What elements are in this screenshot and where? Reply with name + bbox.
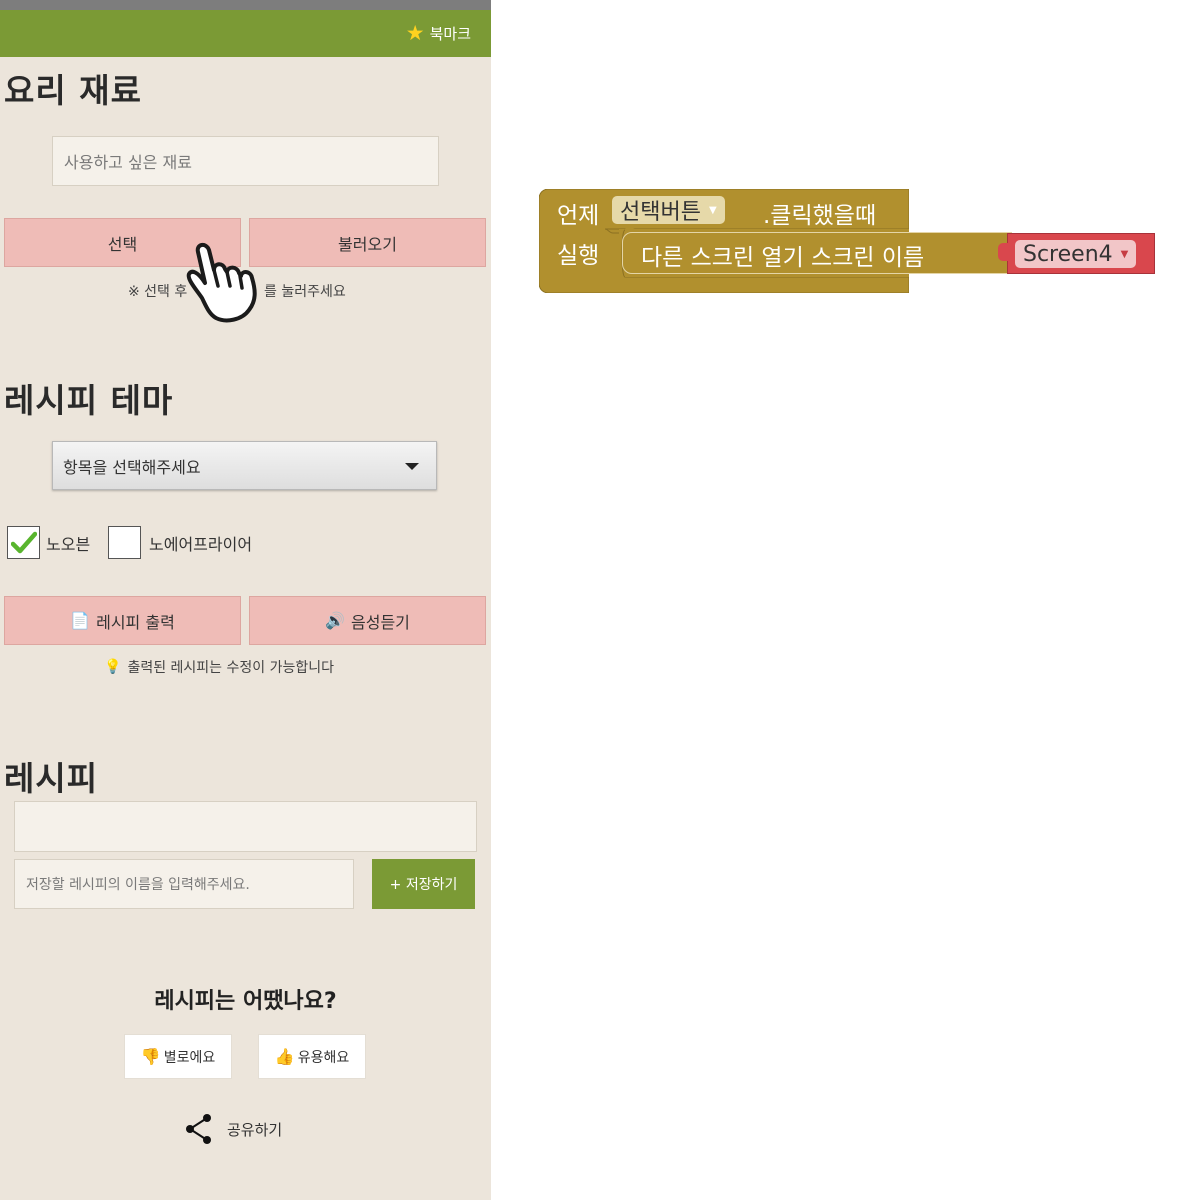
print-recipe-button[interactable]: 📄 레시피 출력	[4, 596, 241, 645]
screen-name-block[interactable]: Screen4 ▼	[1007, 233, 1155, 274]
listen-button[interactable]: 🔊 음성듣기	[249, 596, 486, 645]
load-button-label: 불러오기	[338, 234, 397, 254]
when-label: 언제	[557, 203, 600, 229]
component-dropdown[interactable]: 선택버튼 ▼	[612, 196, 725, 225]
no-airfryer-checkbox[interactable]	[108, 526, 141, 559]
share-label: 공유하기	[227, 1120, 283, 1139]
open-screen-block[interactable]: 다른 스크린 열기 스크린 이름	[622, 232, 1012, 274]
load-button[interactable]: 불러오기	[249, 218, 486, 267]
phone-screen: ★ 북마크 요리 재료 사용하고 싶은 재료 선택 불러오기 ※ 선택 후 를 …	[0, 0, 491, 1200]
thumbs-down-icon: 👎	[140, 1047, 161, 1066]
recipe-name-input[interactable]: 저장할 레시피의 이름을 입력해주세요.	[14, 859, 354, 909]
recipe-title: 레시피	[4, 759, 99, 798]
rating-title: 레시피는 어땠나요?	[154, 989, 337, 1014]
star-icon: ★	[405, 20, 425, 45]
print-note-text: 출력된 레시피는 수정이 가능합니다	[127, 660, 334, 676]
thumbs-up-label: 유용해요	[297, 1049, 350, 1066]
select-button-label: 선택	[107, 234, 138, 254]
thumbs-up-icon: 👍	[274, 1047, 295, 1066]
bookmark-button[interactable]: ★ 북마크	[406, 19, 471, 47]
app-bar: ★ 북마크	[0, 10, 491, 57]
screen-dropdown-value: Screen4	[1023, 241, 1113, 267]
recipe-output-field[interactable]	[14, 801, 477, 852]
share-button[interactable]: 공유하기	[185, 1113, 282, 1145]
no-oven-checkbox[interactable]	[7, 526, 40, 559]
lightbulb-icon: 💡	[104, 659, 122, 675]
open-screen-label: 다른 스크린 열기 스크린 이름	[641, 245, 925, 271]
document-icon: 📄	[70, 611, 91, 630]
dropdown-caret-icon	[405, 463, 419, 470]
pointer-hand-icon	[186, 243, 257, 323]
print-recipe-label: 레시피 출력	[96, 612, 175, 632]
thumbs-down-label: 별로에요	[163, 1049, 216, 1066]
ingredient-input-placeholder: 사용하고 싶은 재료	[64, 153, 192, 172]
checkmark-icon	[11, 531, 37, 554]
theme-dropdown[interactable]: 항목을 선택해주세요	[52, 441, 437, 490]
theme-title: 레시피 테마	[4, 381, 174, 420]
screen-dropdown[interactable]: Screen4 ▼	[1015, 240, 1137, 268]
speaker-icon: 🔊	[325, 611, 346, 630]
event-label: .클릭했을때	[763, 203, 877, 229]
save-button-label: + 저장하기	[389, 877, 458, 893]
socket-notch	[998, 243, 1008, 261]
status-bar	[0, 0, 491, 10]
do-label: 실행	[557, 243, 600, 269]
ingredients-title: 요리 재료	[4, 71, 142, 110]
theme-dropdown-value: 항목을 선택해주세요	[63, 457, 201, 477]
bookmark-label: 북마크	[429, 24, 471, 43]
ingredients-note-right: 를 눌러주세요	[264, 284, 346, 300]
dropdown-arrow-icon: ▼	[708, 204, 717, 216]
print-note: 💡 출력된 레시피는 수정이 가능합니다	[104, 657, 334, 677]
recipe-name-placeholder: 저장할 레시피의 이름을 입력해주세요.	[26, 877, 250, 893]
save-button[interactable]: + 저장하기	[372, 859, 475, 909]
dropdown-arrow-icon: ▼	[1120, 248, 1129, 260]
ingredient-input[interactable]: 사용하고 싶은 재료	[52, 136, 439, 186]
listen-label: 음성듣기	[351, 612, 410, 632]
thumbs-down-button[interactable]: 👎 별로에요	[124, 1034, 232, 1079]
no-oven-label: 노오븐	[46, 535, 91, 554]
no-airfryer-label: 노에어프라이어	[149, 535, 253, 554]
component-dropdown-value: 선택버튼	[620, 200, 701, 225]
thumbs-up-button[interactable]: 👍 유용해요	[258, 1034, 366, 1079]
share-icon	[186, 1114, 211, 1144]
